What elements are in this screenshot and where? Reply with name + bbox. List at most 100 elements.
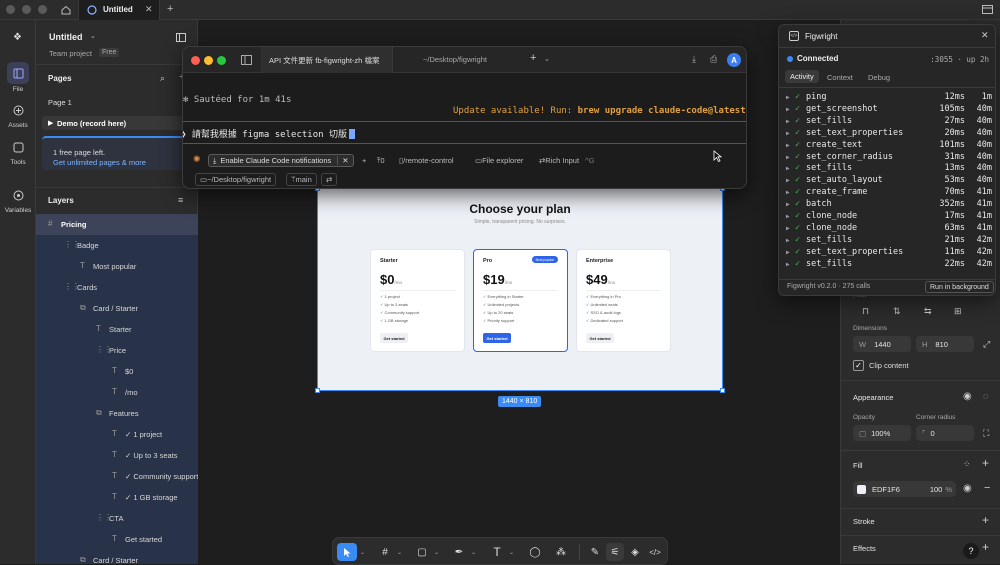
layer-row[interactable]: ⋮⋮ Cards [36,277,198,298]
expand-icon[interactable]: ▶ [786,189,790,196]
new-tab-icon[interactable]: + [167,3,173,15]
log-entry[interactable]: ▶ ✓ create_frame 70ms 41m [779,187,995,199]
layer-row[interactable]: ⋮⋮ CTA [36,508,198,529]
activity-log[interactable]: ▶ ✓ ping 12ms 1m ▶ ✓ get_screenshot 105ms 40m ▶ ✓ se… [779,92,995,275]
layer-row[interactable]: T Starter [36,319,198,340]
pen-tool-icon[interactable]: ✒ [450,543,468,561]
independent-corners-icon[interactable]: ⛶ [983,428,989,439]
log-entry[interactable]: ▶ ✓ set_fills 13ms 40m [779,163,995,175]
pricing-card[interactable]: Starter $0/mo ✓ 1 project ✓ Up to 3 seats ✓ … [370,249,465,352]
figma-menu-icon[interactable]: ❖ [13,32,22,43]
pricing-card[interactable]: Pro Most popular $19/mo ✓ Everything in Sta… [473,249,568,352]
figwright-panel[interactable]: </> Figwright ✕ Connected :3055 · up 2h … [778,24,996,296]
new-terminal-tab-icon[interactable]: + [530,52,536,64]
expand-icon[interactable]: ▶ [786,130,790,137]
add-effect-icon[interactable]: + [982,540,989,554]
styles-grid-icon[interactable]: ⁘ [963,459,971,470]
layer-row[interactable]: T/mo [36,382,198,403]
expand-icon[interactable]: ▶ [786,249,790,256]
remote-control-button[interactable]: ▯ /remote-control [395,154,458,167]
add-stroke-icon[interactable]: + [982,513,989,527]
enable-notifications-button[interactable]: ⤓ Enable Claude Code notifications ✕ [208,154,354,167]
log-entry[interactable]: ▶ ✓ set_text_properties 11ms 42m [779,247,995,259]
layer-row[interactable]: ⋮⋮ Badge [36,235,198,256]
pricing-card[interactable]: Enterprise $49/mo ✓ Everything in Pro ✓ Unl… [576,249,671,352]
layer-row[interactable]: # Pricing [36,214,198,235]
window-close-icon[interactable] [6,5,15,14]
expand-icon[interactable]: ▶ [786,237,790,244]
move-tool-chevron-icon[interactable]: ⌄ [360,549,365,556]
home-icon[interactable] [60,4,72,16]
clip-content-checkbox[interactable]: ✓ [853,360,864,371]
terminal-zoom-icon[interactable] [217,56,226,65]
opacity-field[interactable]: ▢ 100% [853,425,911,441]
upgrade-link[interactable]: Get unlimited pages & more [53,158,146,167]
rich-input-button[interactable]: ⇄ Rich Input ^G [535,154,598,167]
expand-icon[interactable]: ▶ [786,94,790,101]
prompt-input[interactable]: ❯ 請幫我根據 figma selection 切版 [183,127,355,140]
add-fill-icon[interactable]: + [982,456,989,470]
file-name[interactable]: Untitled [49,32,83,42]
cwd-chip[interactable]: ▭ ~/Desktop/figwright [195,173,277,186]
rectangle-tool-icon[interactable]: ▢ [413,543,431,561]
run-in-background-button[interactable]: Run in background [925,281,994,293]
width-field[interactable]: W 1440 [853,336,911,352]
expand-icon[interactable]: ▶ [786,142,790,149]
log-entry[interactable]: ▶ ✓ set_fills 21ms 42m [779,235,995,247]
variables-icon[interactable] [7,184,29,206]
log-entry[interactable]: ▶ ✓ set_fills 27ms 40m [779,116,995,128]
window-minimize-icon[interactable] [22,5,31,14]
close-panel-icon[interactable]: ✕ [981,30,989,41]
log-entry[interactable]: ▶ ✓ create_text 101ms 40m [779,140,995,152]
move-tool-icon[interactable] [337,543,357,561]
dismiss-icon[interactable]: ✕ [337,156,349,165]
tab-debug[interactable]: Debug [868,73,890,82]
grid-icon[interactable]: ⊞ [954,306,962,317]
expand-icon[interactable]: ▶ [786,177,790,184]
pen-tool-chevron-icon[interactable]: ⌄ [471,549,476,556]
panel-layout-icon[interactable] [176,33,186,42]
search-icon[interactable]: ⌕ [160,73,165,84]
terminal-tab-active[interactable]: API 文件更新 fb-figwright-zh 檔案 [261,47,393,73]
layers-filter-icon[interactable]: ≡ [178,195,183,205]
swap-icon[interactable]: ⇄ [321,173,338,186]
layer-row[interactable]: T $0 [36,361,198,382]
corner-radius-field[interactable]: ⌜ 0 [916,425,974,441]
expand-icon[interactable]: ▶ [786,201,790,208]
design-mode-icon[interactable]: ⚟ [606,543,624,561]
add-context-icon[interactable]: + [358,154,370,167]
sidebar-toggle-icon[interactable] [982,4,993,15]
frame-tool-icon[interactable]: # [376,543,394,561]
tab-menu-chevron-icon[interactable]: ⌄ [544,55,550,63]
log-entry[interactable]: ▶ ✓ set_text_properties 20ms 40m [779,128,995,140]
log-entry[interactable]: ▶ ✓ batch 352ms 41m [779,199,995,211]
file-tab[interactable]: Untitled ✕ [78,0,160,20]
terminal-sidebar-icon[interactable] [241,55,252,65]
page-item-1[interactable]: Page 1 [48,98,72,107]
expand-icon[interactable]: ▶ [786,165,790,172]
visibility-eye-icon[interactable]: ◉ [963,391,972,402]
file-menu-chevron-icon[interactable]: ⌄ [90,32,96,40]
layer-row[interactable]: ⧉ Features [36,403,198,424]
project-name[interactable]: Team project [49,49,92,58]
tab-activity[interactable]: Activity [785,70,819,83]
align-horizontal-icon[interactable]: ⇆ [924,306,932,317]
layer-row[interactable]: T Most popular [36,256,198,277]
get-started-button[interactable]: Get started [380,333,408,343]
close-tab-icon[interactable]: ✕ [145,4,153,15]
expand-icon[interactable]: ▶ [786,225,790,232]
constrain-proportions-icon[interactable]: ⤢ [983,339,990,350]
expand-icon[interactable]: ▶ [786,154,790,161]
frame-tool-chevron-icon[interactable]: ⌄ [397,549,402,556]
layer-row[interactable]: T ✓ Up to 3 seats [36,445,198,466]
terminal-tab-path[interactable]: ~/Desktop/figwright [423,55,487,64]
tab-context[interactable]: Context [827,73,853,82]
align-vertical-icon[interactable]: ⇅ [893,306,901,317]
fill-swatch[interactable] [857,484,866,494]
fill-visibility-icon[interactable]: ◉ [963,483,972,494]
dev-mode-icon[interactable]: </> [646,543,664,561]
prototype-mode-icon[interactable]: ◈ [626,543,644,561]
help-button[interactable]: ? [963,543,979,559]
expand-icon[interactable]: ▶ [786,213,790,220]
terminal-window[interactable]: API 文件更新 fb-figwright-zh 檔案 ~/Desktop/fi… [182,46,747,189]
